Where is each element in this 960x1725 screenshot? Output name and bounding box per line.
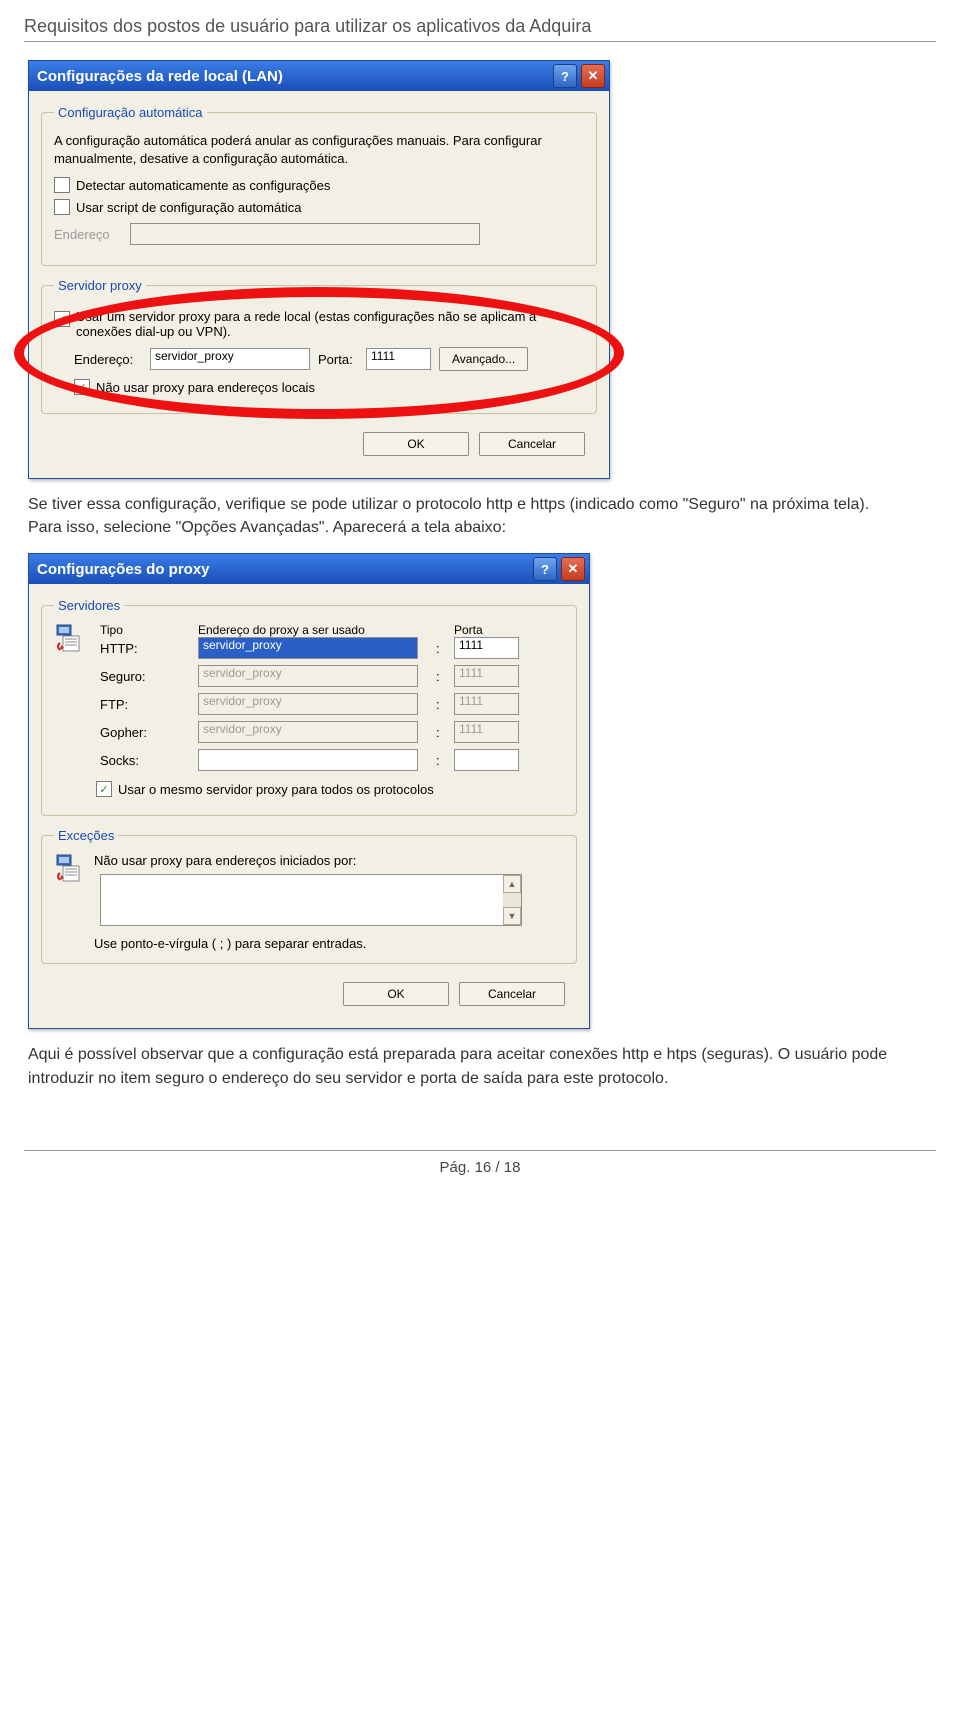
script-checkbox[interactable]: [54, 199, 70, 215]
proxy-type-label: Socks:: [100, 753, 190, 768]
exceptions-icon: [54, 853, 84, 886]
page-title: Requisitos dos postos de usuário para ut…: [24, 16, 936, 42]
proxy-address-input[interactable]: [198, 749, 418, 771]
servers-icon: [54, 623, 84, 656]
same-proxy-checkbox[interactable]: [96, 781, 112, 797]
col-port: Porta: [454, 623, 524, 637]
proxy-address-input: servidor_proxy: [198, 693, 418, 715]
detect-checkbox[interactable]: [54, 177, 70, 193]
cancel-button[interactable]: Cancelar: [479, 432, 585, 456]
proxy-type-label: Seguro:: [100, 669, 190, 684]
proxy-address-input[interactable]: servidor_proxy: [150, 348, 310, 370]
scroll-down-icon[interactable]: ▼: [503, 907, 521, 925]
same-proxy-label: Usar o mesmo servidor proxy para todos o…: [118, 782, 434, 797]
colon: :: [436, 725, 446, 740]
scroll-up-icon[interactable]: ▲: [503, 875, 521, 893]
proxy-type-label: HTTP:: [100, 641, 190, 656]
colon: :: [436, 669, 446, 684]
use-proxy-checkbox[interactable]: [54, 311, 70, 327]
lan-settings-dialog: Configurações da rede local (LAN) ? ✕ Co…: [28, 60, 610, 479]
colon: :: [436, 641, 446, 656]
auto-config-group: Configuração automática A configuração a…: [41, 105, 597, 266]
proxy-settings-dialog: Configurações do proxy ? ✕ Servidores: [28, 553, 590, 1029]
titlebar-text: Configurações da rede local (LAN): [37, 68, 283, 85]
col-type: Tipo: [100, 623, 190, 637]
proxy-address-input[interactable]: servidor_proxy: [198, 637, 418, 659]
colon: :: [436, 697, 446, 712]
proxy-legend: Servidor proxy: [54, 278, 146, 293]
titlebar: Configurações do proxy ? ✕: [29, 554, 589, 584]
proxy-port-input: 1111: [454, 665, 519, 687]
script-address-label: Endereço: [54, 227, 122, 242]
auto-config-legend: Configuração automática: [54, 105, 207, 120]
proxy-port-input[interactable]: [454, 749, 519, 771]
cancel-button[interactable]: Cancelar: [459, 982, 565, 1006]
proxy-server-group: Servidor proxy Usar um servidor proxy pa…: [41, 278, 597, 414]
proxy-type-label: Gopher:: [100, 725, 190, 740]
proxy-type-label: FTP:: [100, 697, 190, 712]
proxy-port-input: 1111: [454, 721, 519, 743]
proxy-port-input: 1111: [454, 693, 519, 715]
exceptions-hint: Use ponto-e-vírgula ( ; ) para separar e…: [94, 936, 564, 951]
titlebar-text: Configurações do proxy: [37, 561, 210, 578]
exceptions-legend: Exceções: [54, 828, 118, 843]
advanced-button[interactable]: Avançado...: [439, 347, 528, 371]
close-button[interactable]: ✕: [561, 557, 585, 581]
exceptions-group: Exceções Não usar proxy para e: [41, 828, 577, 964]
colon: :: [436, 753, 446, 768]
page-number: Pág. 16 / 18: [24, 1159, 936, 1186]
proxy-address-input: servidor_proxy: [198, 721, 418, 743]
use-proxy-label: Usar um servidor proxy para a rede local…: [76, 309, 556, 339]
paragraph-2: Aqui é possível observar que a configura…: [28, 1043, 898, 1089]
detect-label: Detectar automaticamente as configuraçõe…: [76, 178, 330, 193]
ok-button[interactable]: OK: [343, 982, 449, 1006]
proxy-port-input[interactable]: 1111: [454, 637, 519, 659]
servers-group: Servidores Tipo: [41, 598, 577, 816]
help-button[interactable]: ?: [553, 64, 577, 88]
servers-legend: Servidores: [54, 598, 124, 613]
exceptions-textarea[interactable]: ▲ ▼: [100, 874, 522, 926]
script-label: Usar script de configuração automática: [76, 200, 301, 215]
titlebar: Configurações da rede local (LAN) ? ✕: [29, 61, 609, 91]
bypass-local-label: Não usar proxy para endereços locais: [96, 380, 315, 395]
proxy-address-label: Endereço:: [74, 352, 142, 367]
script-address-input[interactable]: [130, 223, 480, 245]
footer-rule: [24, 1150, 936, 1151]
close-button[interactable]: ✕: [581, 64, 605, 88]
auto-config-desc: A configuração automática poderá anular …: [54, 132, 584, 167]
proxy-port-input[interactable]: 1111: [366, 348, 431, 370]
exceptions-label: Não usar proxy para endereços iniciados …: [94, 853, 564, 868]
col-addr: Endereço do proxy a ser usado: [198, 623, 428, 637]
proxy-port-label: Porta:: [318, 352, 358, 367]
help-button[interactable]: ?: [533, 557, 557, 581]
scrollbar[interactable]: ▲ ▼: [503, 875, 521, 925]
ok-button[interactable]: OK: [363, 432, 469, 456]
proxy-address-input: servidor_proxy: [198, 665, 418, 687]
bypass-local-checkbox[interactable]: [74, 379, 90, 395]
paragraph-1: Se tiver essa configuração, verifique se…: [28, 493, 898, 539]
